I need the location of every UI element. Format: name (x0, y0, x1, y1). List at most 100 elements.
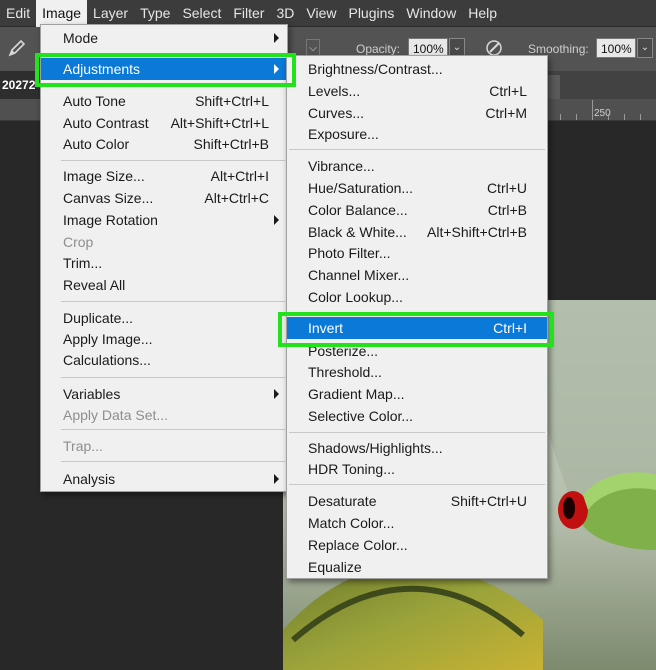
menu-item-shortcut: Ctrl+M (485, 105, 527, 121)
menu-plugins[interactable]: Plugins (342, 0, 400, 27)
tab-scroll[interactable] (546, 75, 560, 99)
menu-item-apply-image[interactable]: Apply Image... (41, 328, 287, 350)
menu-3d[interactable]: 3D (270, 0, 300, 27)
menu-item-label: Auto Color (63, 136, 130, 152)
menu-item-shortcut: Shift+Ctrl+U (450, 493, 527, 509)
menu-item-label: Trap... (63, 438, 103, 454)
menu-item-selective-color[interactable]: Selective Color... (287, 405, 547, 427)
menu-item-shortcut: Shift+Ctrl+B (193, 136, 269, 152)
menu-help[interactable]: Help (462, 0, 503, 27)
menu-item-label: Vibrance... (308, 158, 375, 174)
menu-item-shortcut: Ctrl+B (487, 202, 527, 218)
menu-item-label: Variables (63, 386, 121, 402)
menu-divider (61, 429, 285, 430)
menu-item-label: Gradient Map... (308, 386, 405, 402)
menu-item-color-balance[interactable]: Color Balance... Ctrl+B (287, 199, 547, 221)
menu-item-label: Crop (63, 234, 94, 250)
menu-select[interactable]: Select (176, 0, 227, 27)
chevron-right-icon (274, 64, 279, 74)
smoothing-label: Smoothing: (528, 42, 589, 56)
ruler-tick (624, 114, 625, 120)
menu-item-shortcut: Shift+Ctrl+L (195, 93, 269, 109)
menu-view[interactable]: View (300, 0, 342, 27)
menu-item-exposure[interactable]: Exposure... (287, 123, 547, 145)
smoothing-field[interactable]: 100% (596, 38, 636, 58)
menu-item-replace-color[interactable]: Replace Color... (287, 534, 547, 556)
menu-item-black-white[interactable]: Black & White... Alt+Shift+Ctrl+B (287, 221, 547, 243)
menu-item-adjustments[interactable]: Adjustments (41, 58, 287, 80)
menu-layer[interactable]: Layer (87, 0, 134, 27)
menu-item-invert[interactable]: Invert Ctrl+I (287, 317, 547, 339)
menu-type[interactable]: Type (134, 0, 176, 27)
menu-item-threshold[interactable]: Threshold... (287, 361, 547, 383)
menu-item-shortcut: Alt+Shift+Ctrl+L (170, 115, 269, 131)
menu-item-label: Posterize... (308, 343, 379, 359)
menu-item-auto-tone[interactable]: Auto Tone Shift+Ctrl+L (41, 90, 287, 112)
menu-item-reveal-all[interactable]: Reveal All (41, 274, 287, 296)
menu-item-mode[interactable]: Mode (41, 27, 287, 49)
menu-item-label: Selective Color... (308, 408, 414, 424)
menu-item-crop: Crop (41, 231, 287, 253)
menu-item-vibrance[interactable]: Vibrance... (287, 155, 547, 177)
menu-divider (61, 86, 285, 87)
menu-item-label: Brightness/Contrast... (308, 61, 443, 77)
chevron-right-icon (274, 215, 279, 225)
menu-edit[interactable]: Edit (0, 0, 36, 27)
ruler-tick (640, 114, 641, 120)
menu-divider (61, 301, 285, 302)
menu-filter[interactable]: Filter (227, 0, 270, 27)
menu-item-canvas-size[interactable]: Canvas Size... Alt+Ctrl+C (41, 187, 287, 209)
menu-item-label: Channel Mixer... (308, 267, 410, 283)
smoothing-chevron-down-icon[interactable]: ⌄ (637, 38, 653, 58)
menu-item-match-color[interactable]: Match Color... (287, 512, 547, 534)
menu-item-label: Black & White... (308, 224, 407, 240)
menu-item-label: Canvas Size... (63, 190, 154, 206)
menu-item-trim[interactable]: Trim... (41, 252, 287, 274)
menu-item-equalize[interactable]: Equalize (287, 556, 547, 578)
image-menu: Mode Adjustments Auto Tone Shift+Ctrl+L … (40, 24, 288, 492)
ruler-tick (592, 100, 593, 120)
menu-item-channel-mixer[interactable]: Channel Mixer... (287, 264, 547, 286)
menu-item-photo-filter[interactable]: Photo Filter... (287, 242, 547, 264)
menu-divider (61, 461, 285, 462)
menu-item-color-lookup[interactable]: Color Lookup... (287, 286, 547, 308)
menu-item-label: Shadows/Highlights... (308, 440, 443, 456)
chevron-right-icon (274, 33, 279, 43)
adjustments-submenu: Brightness/Contrast... Levels... Ctrl+L … (286, 55, 548, 579)
menu-item-apply-data-set: Apply Data Set... (41, 404, 287, 426)
menu-item-curves[interactable]: Curves... Ctrl+M (287, 102, 547, 124)
menu-item-calculations[interactable]: Calculations... (41, 349, 287, 371)
menu-item-image-rotation[interactable]: Image Rotation (41, 209, 287, 231)
menu-item-hue-saturation[interactable]: Hue/Saturation... Ctrl+U (287, 177, 547, 199)
menu-item-label: Auto Tone (63, 93, 126, 109)
menu-item-label: Apply Image... (63, 331, 153, 347)
menu-item-gradient-map[interactable]: Gradient Map... (287, 383, 547, 405)
menu-divider (61, 377, 285, 378)
menu-item-image-size[interactable]: Image Size... Alt+Ctrl+I (41, 165, 287, 187)
ruler-tick (576, 114, 577, 120)
menu-item-label: Apply Data Set... (63, 407, 169, 423)
menu-item-hdr-toning[interactable]: HDR Toning... (287, 458, 547, 480)
menu-item-brightness-contrast[interactable]: Brightness/Contrast... (287, 58, 547, 80)
menu-image[interactable]: Image (36, 0, 88, 27)
menu-item-levels[interactable]: Levels... Ctrl+L (287, 80, 547, 102)
menu-item-desaturate[interactable]: Desaturate Shift+Ctrl+U (287, 490, 547, 512)
menu-item-shadows-highlights[interactable]: Shadows/Highlights... (287, 437, 547, 459)
menu-item-variables[interactable]: Variables (41, 383, 287, 405)
menu-item-label: Hue/Saturation... (308, 180, 414, 196)
menu-bar: Edit Image Layer Type Select Filter 3D V… (0, 0, 656, 27)
menu-item-posterize[interactable]: Posterize... (287, 340, 547, 362)
menu-item-label: Equalize (308, 559, 362, 575)
chevron-right-icon (274, 474, 279, 484)
menu-item-label: Reveal All (63, 277, 126, 293)
menu-item-analysis[interactable]: Analysis (41, 468, 287, 490)
menu-item-duplicate[interactable]: Duplicate... (41, 307, 287, 329)
menu-item-auto-contrast[interactable]: Auto Contrast Alt+Shift+Ctrl+L (41, 112, 287, 134)
menu-item-auto-color[interactable]: Auto Color Shift+Ctrl+B (41, 133, 287, 155)
menu-item-shortcut: Alt+Ctrl+I (210, 168, 269, 184)
menu-item-label: Calculations... (63, 352, 151, 368)
menu-item-label: Photo Filter... (308, 245, 391, 261)
pencil-icon[interactable] (6, 37, 28, 59)
menu-window[interactable]: Window (400, 0, 462, 27)
menu-item-shortcut: Alt+Shift+Ctrl+B (427, 224, 527, 240)
